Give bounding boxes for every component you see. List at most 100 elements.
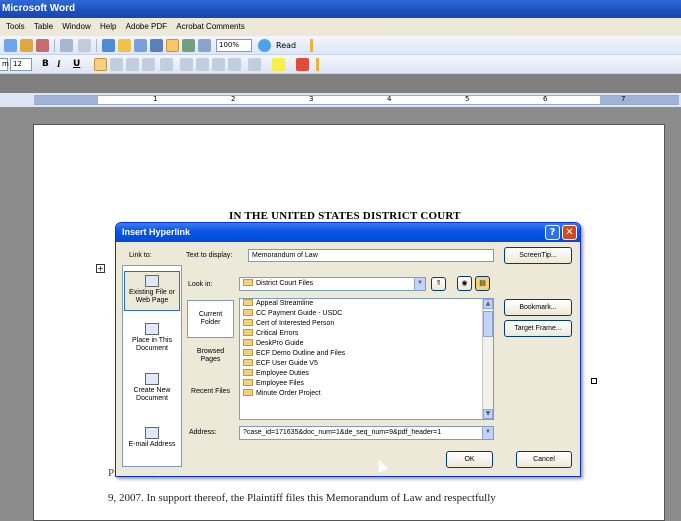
browse-file-icon[interactable]: ▤ <box>475 276 490 291</box>
menu-adobe-pdf[interactable]: Adobe PDF <box>126 18 167 36</box>
help-icon[interactable]: ? <box>545 225 560 240</box>
hyperlink-icon[interactable] <box>102 39 115 52</box>
research-icon[interactable] <box>36 39 49 52</box>
show-hide-icon[interactable] <box>198 39 211 52</box>
look-in-label: Look in: <box>188 281 213 288</box>
list-item[interactable]: Employee Duties <box>240 369 493 379</box>
ruler-number: 3 <box>309 95 314 103</box>
read-button[interactable]: Read <box>276 39 296 52</box>
court-heading: IN THE UNITED STATES DISTRICT COURT <box>229 210 461 222</box>
address-input[interactable]: ?case_id=171635&doc_num=1&de_seq_num=9&p… <box>239 426 494 440</box>
undo-icon[interactable] <box>60 39 73 52</box>
link-existing-file[interactable]: Existing File or Web Page <box>124 271 180 311</box>
justify-icon[interactable] <box>142 58 155 71</box>
link-create-new-document[interactable]: Create New Document <box>124 370 180 410</box>
menu-table[interactable]: Table <box>34 18 53 36</box>
list-item-label: CC Payment Guide - USDC <box>256 310 343 317</box>
align-right-icon[interactable] <box>126 58 139 71</box>
current-folder-button[interactable]: Current Folder <box>187 300 234 338</box>
list-item[interactable]: Cert of Interested Person <box>240 319 493 329</box>
tables-borders-icon[interactable] <box>118 39 131 52</box>
browse-web-icon[interactable]: ◉ <box>457 276 472 291</box>
recent-files-button[interactable]: Recent Files <box>187 383 234 415</box>
menu-window[interactable]: Window <box>62 18 90 36</box>
scroll-up-icon[interactable]: ▲ <box>483 299 493 309</box>
link-place-in-document[interactable]: Place in This Document <box>124 320 180 360</box>
open-icon[interactable] <box>4 39 17 52</box>
borders-icon[interactable] <box>248 58 261 71</box>
font-size-select[interactable]: 12 <box>10 58 32 71</box>
list-item-label: ECF User Guide V5 <box>256 360 318 367</box>
list-item[interactable]: Minute Order Project <box>240 389 493 399</box>
table-move-handle-icon[interactable]: + <box>96 264 105 273</box>
ruler-number: 6 <box>543 95 548 103</box>
folder-icon <box>243 329 253 336</box>
link-email-address[interactable]: E-mail Address <box>124 424 180 464</box>
line-spacing-icon[interactable] <box>160 58 173 71</box>
list-item-label: DeskPro Guide <box>256 340 304 347</box>
insert-table-icon[interactable] <box>134 39 147 52</box>
document-map-icon[interactable] <box>182 39 195 52</box>
numbering-icon[interactable] <box>180 58 193 71</box>
menu-help[interactable]: Help <box>100 18 116 36</box>
list-item[interactable]: ECF Demo Outline and Files <box>240 349 493 359</box>
redo-icon[interactable] <box>78 39 91 52</box>
ruler-right-margin <box>600 96 679 104</box>
list-item[interactable]: DeskPro Guide <box>240 339 493 349</box>
drawing-icon[interactable] <box>166 39 179 52</box>
look-in-select[interactable]: District Court Files ▼ <box>239 277 426 291</box>
list-item[interactable]: Critical Errors <box>240 329 493 339</box>
font-color-icon[interactable] <box>296 58 309 71</box>
align-center-icon[interactable] <box>110 58 123 71</box>
scroll-thumb[interactable] <box>483 311 493 337</box>
folder-icon <box>243 389 253 396</box>
folder-icon <box>243 369 253 376</box>
ruler-number: 4 <box>387 95 392 103</box>
standard-toolbar: 100% Read <box>0 36 681 55</box>
highlight-icon[interactable] <box>272 58 285 71</box>
chevron-down-icon[interactable]: ▼ <box>414 278 425 290</box>
list-item-label: Employee Files <box>256 380 304 387</box>
underline-button[interactable]: U <box>73 58 80 71</box>
folder-icon <box>243 349 253 356</box>
file-list-scrollbar[interactable]: ▲ ▼ <box>482 299 493 419</box>
text-to-display-label: Text to display: <box>186 252 233 259</box>
ruler-track: 1 2 3 4 5 6 7 <box>34 95 679 105</box>
link-to-label: Link to: <box>129 252 152 259</box>
decrease-indent-icon[interactable] <box>212 58 225 71</box>
ok-button[interactable]: OK <box>446 451 493 468</box>
address-value: ?case_id=171635&doc_num=1&de_seq_num=9&p… <box>243 429 442 436</box>
cancel-button[interactable]: Cancel <box>516 451 572 468</box>
insert-excel-icon[interactable] <box>150 39 163 52</box>
list-item[interactable]: ECF User Guide V5 <box>240 359 493 369</box>
help-icon[interactable] <box>258 39 271 52</box>
zoom-select[interactable]: 100% <box>216 39 252 52</box>
file-list[interactable]: Appeal Streamline CC Payment Guide - USD… <box>239 298 494 420</box>
increase-indent-icon[interactable] <box>228 58 241 71</box>
menu-acrobat-comments[interactable]: Acrobat Comments <box>176 18 244 36</box>
italic-button[interactable]: I <box>57 58 61 71</box>
align-left-icon[interactable] <box>94 58 107 71</box>
bold-button[interactable]: B <box>42 58 49 71</box>
list-item-label: Cert of Interested Person <box>256 320 335 327</box>
screentip-button[interactable]: ScreenTip... <box>504 247 572 264</box>
chevron-down-icon[interactable]: ▼ <box>482 427 493 439</box>
bookmark-button[interactable]: Bookmark... <box>504 299 572 316</box>
style-select[interactable]: m <box>0 58 9 71</box>
up-folder-icon[interactable]: ⇑ <box>431 277 446 291</box>
menu-tools[interactable]: Tools <box>6 18 25 36</box>
text-to-display-input[interactable]: Memorandum of Law <box>248 249 494 262</box>
list-item-label: Critical Errors <box>256 330 299 337</box>
ruler[interactable]: 1 2 3 4 5 6 7 <box>0 93 681 107</box>
browsed-pages-button[interactable]: Browsed Pages <box>187 343 234 375</box>
list-item[interactable]: Employee Files <box>240 379 493 389</box>
list-item[interactable]: CC Payment Guide - USDC <box>240 309 493 319</box>
target-frame-button[interactable]: Target Frame... <box>504 320 572 337</box>
ruler-number: 7 <box>621 95 626 103</box>
insert-hyperlink-dialog: Insert Hyperlink ? ✕ Link to: Text to di… <box>115 222 581 477</box>
close-icon[interactable]: ✕ <box>562 225 577 240</box>
scroll-down-icon[interactable]: ▼ <box>483 409 493 419</box>
save-icon[interactable] <box>20 39 33 52</box>
bullets-icon[interactable] <box>196 58 209 71</box>
list-item[interactable]: Appeal Streamline <box>240 299 493 309</box>
